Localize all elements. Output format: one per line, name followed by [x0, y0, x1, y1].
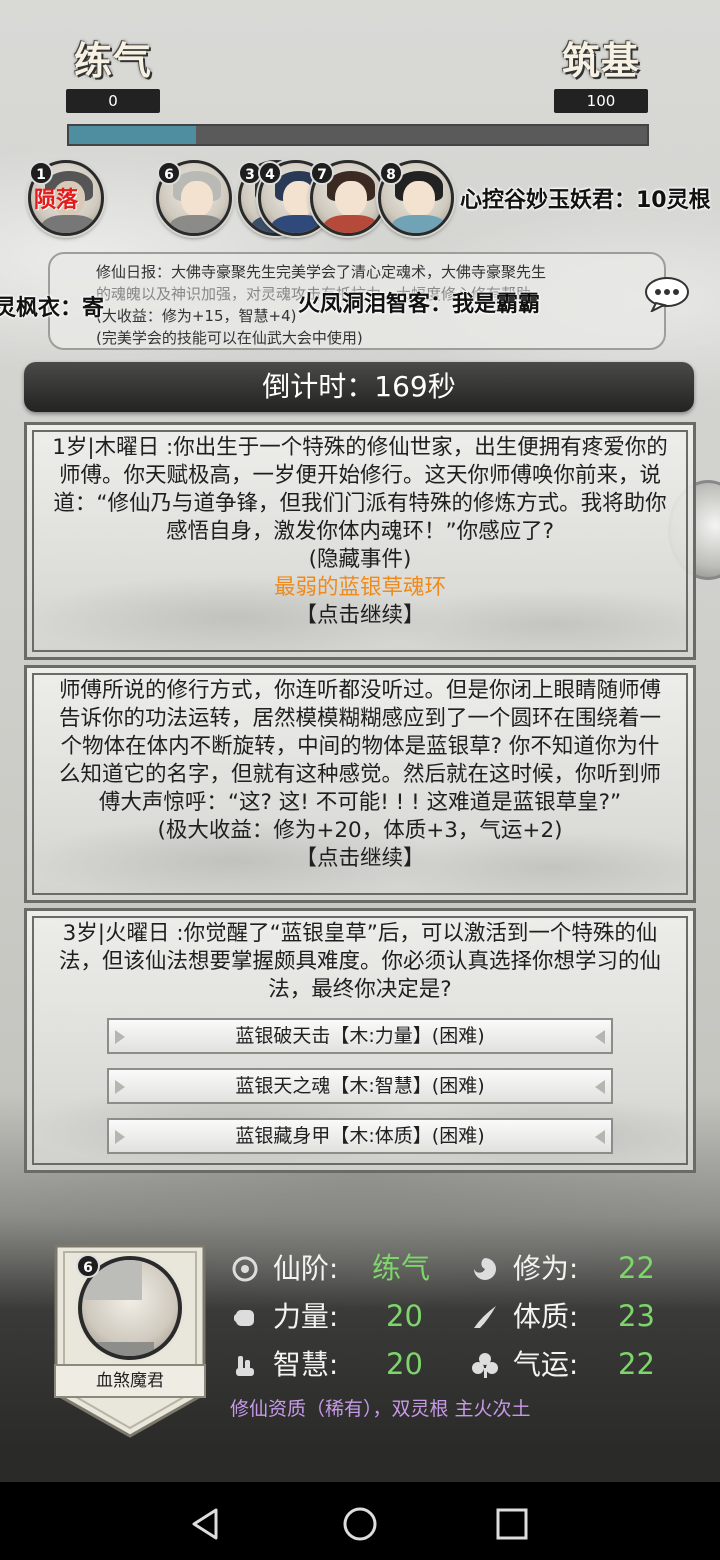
chat-bubble-icon[interactable] — [644, 276, 690, 312]
event-2-continue[interactable]: 【点击继续】 — [50, 845, 670, 873]
option-button-constitution[interactable]: 蓝银藏身甲【木:体质】(困难) — [107, 1118, 613, 1154]
option-button-wisdom[interactable]: 蓝银天之魂【木:智慧】(困难) — [107, 1068, 613, 1104]
next-realm: 筑基 100 — [554, 30, 648, 113]
constitution-icon — [474, 1306, 496, 1328]
player-badge-7: 7 — [310, 161, 334, 185]
character-name: 血煞魔君 — [54, 1364, 206, 1398]
marquee-message-left: 灵枫衣：寄 — [0, 296, 105, 321]
realm-progress-bar — [67, 124, 649, 146]
current-realm: 练气 0 — [66, 30, 160, 113]
home-icon[interactable] — [340, 1504, 380, 1544]
event-3-text: 3岁|火曜日 :你觉醒了“蓝银皇草”后，可以激活到一个特殊的仙法，但该仙法想要掌… — [58, 921, 661, 1002]
stat-strength-value: 20 — [386, 1299, 423, 1333]
character-banner[interactable]: 6 血煞魔君 — [50, 1244, 210, 1440]
luck-icon — [472, 1353, 498, 1378]
cultivation-icon — [474, 1258, 496, 1280]
player-badge-6: 6 — [157, 161, 181, 185]
recents-icon[interactable] — [492, 1504, 532, 1544]
option-button-strength[interactable]: 蓝银破天击【木:力量】(困难) — [107, 1018, 613, 1054]
current-realm-name: 练气 — [73, 38, 152, 83]
report-line-4: (完美学会的技能可以在仙武大会中使用) — [96, 329, 363, 347]
current-realm-value: 0 — [66, 89, 160, 113]
countdown-timer: 倒计时：169秒 — [24, 362, 694, 412]
event-1-continue[interactable]: 【点击继续】 — [50, 602, 670, 630]
back-icon[interactable] — [186, 1504, 226, 1544]
stat-luck-value: 22 — [618, 1347, 655, 1381]
event-card-3: 3岁|火曜日 :你觉醒了“蓝银皇草”后，可以激活到一个特殊的仙法，但该仙法想要掌… — [24, 908, 696, 1173]
event-1-result: 最弱的蓝银草魂环 — [273, 575, 446, 600]
stat-constitution: 体质: — [470, 1296, 578, 1336]
next-realm-name: 筑基 — [561, 38, 640, 83]
realm-progress-fill — [69, 126, 197, 144]
event-1-tag: (隐藏事件) — [308, 547, 412, 572]
event-1-text: 1岁|木曜日 :你出生于一个特殊的修仙世家，出生便拥有疼爱你的师傅。你天赋极高，… — [52, 435, 668, 544]
stat-wisdom: 智慧: — [230, 1344, 338, 1384]
report-line-1: 修仙日报：大佛寺豪聚先生完美学会了清心定魂术，大佛寺豪聚先生 — [96, 263, 547, 281]
marquee-message-mid: 火凤洞泪智客：我是霸霸 — [298, 292, 541, 317]
stat-realm: 仙阶: — [230, 1248, 338, 1288]
stat-realm-value: 练气 — [372, 1251, 431, 1285]
marquee-message-right: 心控谷妙玉妖君：10灵根 — [460, 188, 711, 213]
event-card-3-content: 3岁|火曜日 :你觉醒了“蓝银皇草”后，可以激活到一个特殊的仙法，但该仙法想要掌… — [32, 916, 688, 1165]
event-card-1[interactable]: 1岁|木曜日 :你出生于一个特殊的修仙世家，出生便拥有疼爱你的师傅。你天赋极高，… — [24, 422, 696, 660]
player-badge-8: 8 — [379, 161, 403, 185]
event-card-2[interactable]: 师傅所说的修行方式，你连听都没听过。但是你闭上眼睛随师傅告诉你的功法运转，居然模… — [24, 665, 696, 903]
wisdom-icon — [236, 1356, 254, 1376]
stat-cultivation: 修为: — [470, 1248, 578, 1288]
fallen-status-label: 陨落 — [34, 188, 79, 213]
stat-wisdom-value: 20 — [386, 1347, 423, 1381]
event-card-1-content: 1岁|木曜日 :你出生于一个特殊的修仙世家，出生便拥有疼爱你的师傅。你天赋极高，… — [32, 430, 688, 652]
event-card-2-content: 师傅所说的修行方式，你连听都没听过。但是你闭上眼睛随师傅告诉你的功法运转，居然模… — [32, 673, 688, 895]
aptitude-text: 修仙资质（稀有），双灵根 主火次土 — [230, 1398, 531, 1420]
stat-cultivation-value: 22 — [618, 1251, 655, 1285]
character-badge: 6 — [76, 1254, 100, 1278]
realm-icon — [232, 1256, 258, 1282]
strength-icon — [234, 1310, 254, 1326]
next-realm-value: 100 — [554, 89, 648, 113]
stat-luck: 气运: — [470, 1344, 578, 1384]
player-badge-4: 4 — [258, 161, 282, 185]
stat-constitution-value: 23 — [618, 1299, 655, 1333]
event-2-gain: (极大收益：修为+20，体质+3，气运+2) — [157, 818, 563, 843]
system-navigation-bar — [0, 1482, 720, 1560]
stat-strength: 力量: — [230, 1296, 338, 1336]
event-2-text: 师傅所说的修行方式，你连听都没听过。但是你闭上眼睛随师傅告诉你的功法运转，居然模… — [58, 678, 661, 815]
